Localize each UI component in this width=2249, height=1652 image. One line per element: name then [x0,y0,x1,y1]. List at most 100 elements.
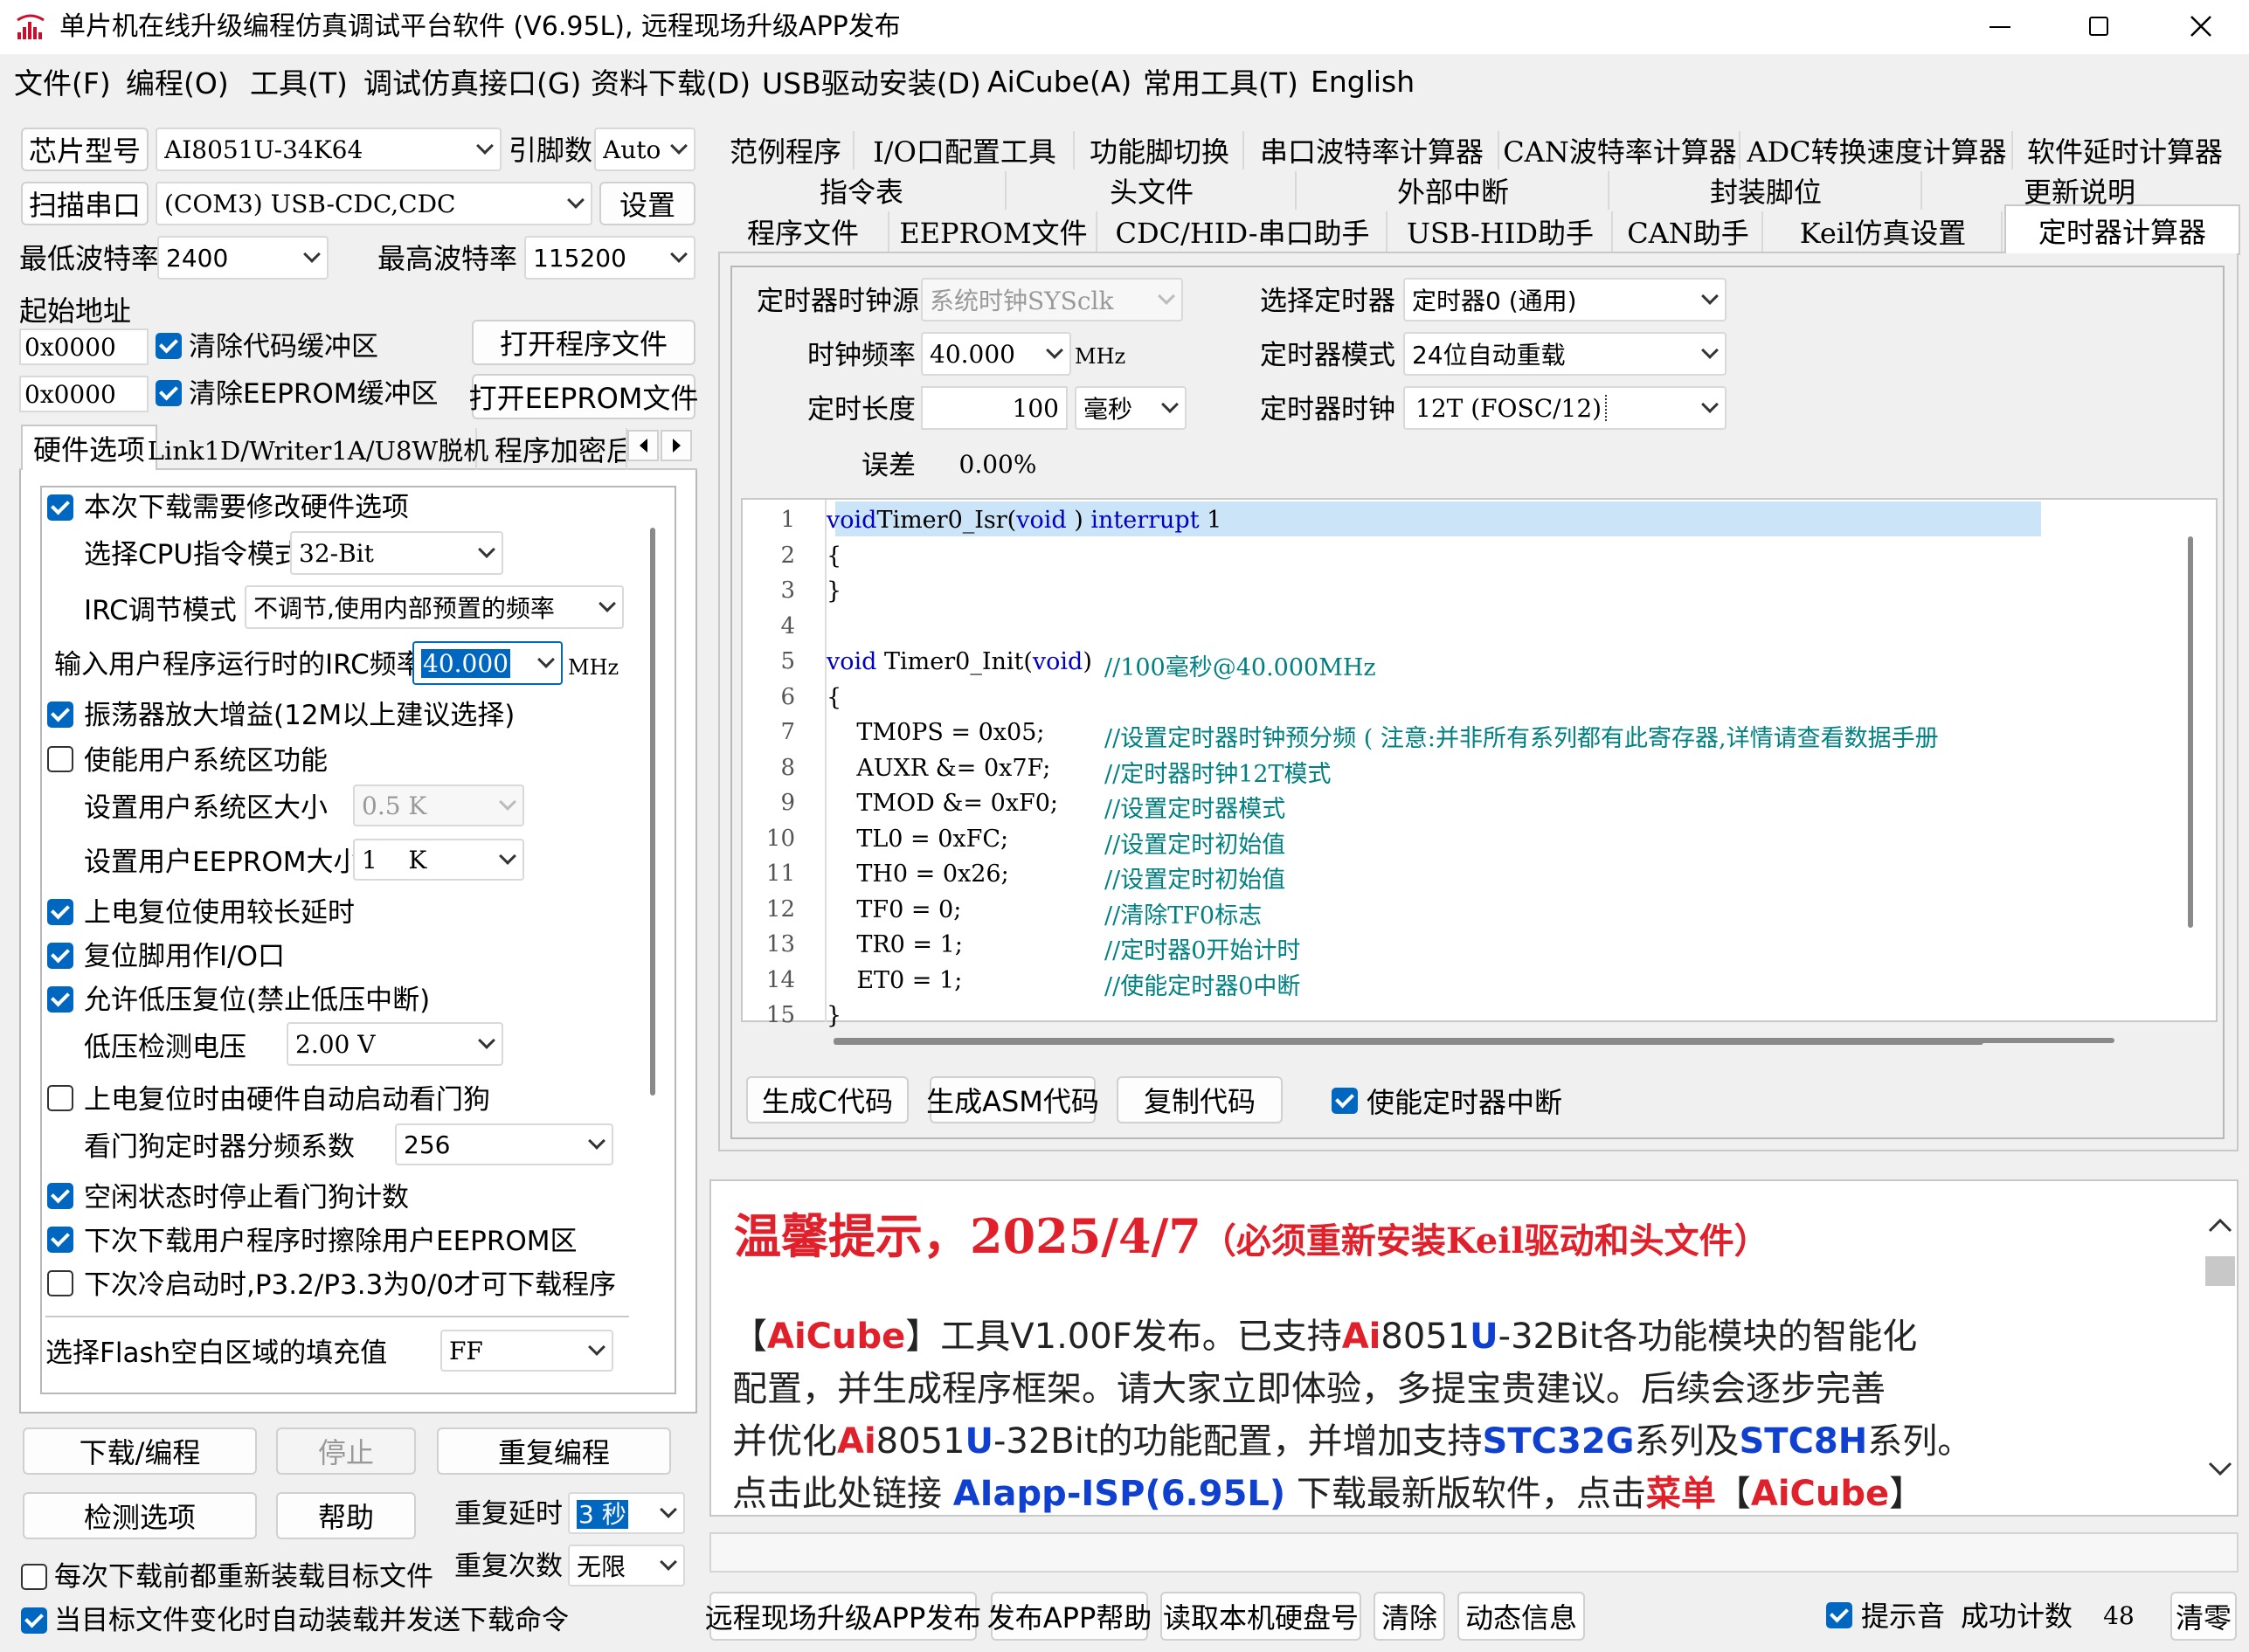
menu-file[interactable]: 文件(F) [14,59,111,103]
tab-usb-hid[interactable]: USB-HID助手 [1389,211,1613,252]
timer-length-input[interactable]: 100 [921,386,1068,430]
wdt-div-select[interactable]: 256 [395,1123,613,1165]
copy-code-button[interactable]: 复制代码 [1117,1076,1283,1123]
tab-cdc-hid[interactable]: CDC/HID-串口助手 [1099,211,1387,252]
clear-eeprom-checkbox[interactable] [156,380,182,406]
long-delay-checkbox[interactable] [47,899,73,925]
menu-usb[interactable]: USB驱动安装(D) [762,59,981,103]
timer-unit-select[interactable]: 毫秒 [1075,386,1187,430]
wdt-auto-checkbox[interactable] [47,1085,73,1111]
tab-package-pins[interactable]: 封装脚位 [1611,171,1922,210]
timer-select[interactable]: 定时器0 (通用) [1403,278,1727,321]
timer-mode-select[interactable]: 24位自动重载 [1403,332,1727,376]
menu-tools[interactable]: 工具(T) [250,59,348,103]
code-address-input[interactable]: 0x0000 [19,328,149,365]
tab-ext-interrupt[interactable]: 外部中断 [1298,171,1609,210]
reset-io-checkbox[interactable] [47,943,73,969]
menu-aicube[interactable]: AiCube(A) [987,59,1131,103]
tab-eeprom-file[interactable]: EEPROM文件 [891,211,1097,252]
tab-examples[interactable]: 范例程序 [718,131,855,169]
tab-pin-switch[interactable]: 功能脚切换 [1076,131,1244,169]
lvd-select[interactable]: 2.00 V [287,1022,503,1066]
irc-mode-select[interactable]: 不调节,使用内部预置的频率 [245,585,624,629]
clear-button[interactable]: 清除 [1374,1592,1445,1641]
tab-scroll-right-button[interactable] [661,430,692,461]
tab-timer-calc[interactable]: 定时器计算器 [2004,204,2240,255]
reset-count-button[interactable]: 清零 [2170,1592,2237,1641]
erase-eeprom-checkbox[interactable] [47,1227,73,1253]
scroll-up-icon[interactable] [2207,1216,2233,1234]
check-options-button[interactable]: 检测选项 [23,1492,257,1539]
chip-model-select[interactable]: AI8051U-34K64 [156,128,502,171]
repeat-delay-select[interactable]: 3 秒 [568,1492,685,1534]
tab-delay-calc[interactable]: 软件延时计算器 [2015,131,2235,169]
tab-hardware-options[interactable]: 硬件选项 [21,425,157,470]
tab-header-file[interactable]: 头文件 [1008,171,1297,210]
tab-can-baud[interactable]: CAN波特率计算器 [1501,131,1740,169]
menu-program[interactable]: 编程(O) [126,59,229,103]
code-vscrollbar[interactable] [2188,536,2193,928]
help-button[interactable]: 帮助 [276,1492,416,1539]
clear-code-checkbox[interactable] [156,333,182,359]
menu-english[interactable]: English [1311,59,1415,103]
max-baud-select[interactable]: 115200 [524,236,695,280]
timer-clock-select[interactable]: 12T (FOSC/12) [1403,386,1727,430]
scan-port-button[interactable]: 扫描串口 [21,182,149,225]
tab-scroll-left-button[interactable] [627,430,659,461]
tab-can-helper[interactable]: CAN助手 [1615,211,1763,252]
repeat-program-button[interactable]: 重复编程 [437,1427,671,1475]
scroll-down-icon[interactable] [2207,1461,2233,1478]
close-icon[interactable] [2190,15,2212,38]
remote-publish-button[interactable]: 远程现场升级APP发布 [705,1592,981,1641]
min-baud-select[interactable]: 2400 [157,236,329,280]
tab-adc-speed[interactable]: ADC转换速度计算器 [1742,131,2013,169]
open-program-button[interactable]: 打开程序文件 [472,320,695,365]
minimize-icon[interactable] [1990,26,2010,28]
publish-help-button[interactable]: 发布APP帮助 [987,1592,1152,1641]
tab-encryption[interactable]: 程序加密后 [479,428,627,470]
clock-freq-select[interactable]: 40.000 [921,332,1071,376]
notice-line-4[interactable]: 点击此处链接 AIapp-ISP(6.95L) 下载最新版软件，点击菜单【AiC… [732,1476,1924,1511]
gen-c-button[interactable]: 生成C代码 [746,1076,909,1123]
irc-freq-select[interactable]: 40.000 [412,641,563,685]
sound-checkbox[interactable] [1826,1602,1852,1628]
maximize-icon[interactable] [2089,17,2108,36]
dynamic-info-button[interactable]: 动态信息 [1457,1592,1585,1641]
auto-send-checkbox[interactable] [21,1607,47,1634]
enable-int-checkbox[interactable] [1332,1088,1358,1114]
osc-gain-checkbox[interactable] [47,702,73,728]
eeprom-size-select[interactable]: 1 K [353,839,524,881]
eeprom-address-input[interactable]: 0x0000 [19,376,149,412]
tab-uart-baud[interactable]: 串口波特率计算器 [1246,131,1499,169]
notice-scroll-thumb[interactable] [2205,1256,2235,1286]
menu-common[interactable]: 常用工具(T) [1143,59,1298,103]
cold-boot-checkbox[interactable] [47,1270,73,1296]
cpu-mode-select[interactable]: 32-Bit [290,531,503,575]
reload-checkbox[interactable] [21,1564,47,1590]
stop-button[interactable]: 停止 [276,1427,416,1475]
pins-select[interactable]: Auto [594,128,695,171]
tab-keil-sim[interactable]: Keil仿真设置 [1765,211,2003,252]
tab-io-config[interactable]: I/O口配置工具 [856,131,1075,169]
fill-select[interactable]: FF [440,1330,613,1372]
lvr-checkbox[interactable] [47,986,73,1013]
tab-offline[interactable]: Link1D/Writer1A/U8W脱机 [148,428,488,470]
code-editor[interactable]: 1 voidTimer0_Isr(void ) interrupt 1 2 {3} 4 5… [741,498,2218,1045]
settings-button[interactable]: 设置 [599,182,695,225]
user-sys-checkbox[interactable] [47,746,73,772]
menu-debug[interactable]: 调试仿真接口(G) [363,59,581,103]
tab-program-file[interactable]: 程序文件 [718,211,889,252]
code-hscrollbar-track[interactable] [834,1038,2114,1043]
read-disk-button[interactable]: 读取本机硬盘号 [1160,1592,1361,1641]
open-eeprom-button[interactable]: 打开EEPROM文件 [469,374,698,419]
chip-model-button[interactable]: 芯片型号 [21,128,149,171]
hardware-scrollbar[interactable] [650,528,655,1096]
download-button[interactable]: 下载/编程 [23,1427,257,1475]
port-select[interactable]: (COM3) USB-CDC,CDC [156,182,592,225]
repeat-count-select[interactable]: 无限 [568,1545,685,1586]
tab-instructions[interactable]: 指令表 [718,171,1007,210]
idle-wdt-checkbox[interactable] [47,1183,73,1209]
modify-hw-checkbox[interactable] [47,494,73,521]
gen-asm-button[interactable]: 生成ASM代码 [926,1076,1099,1123]
menu-download[interactable]: 资料下载(D) [591,59,751,103]
